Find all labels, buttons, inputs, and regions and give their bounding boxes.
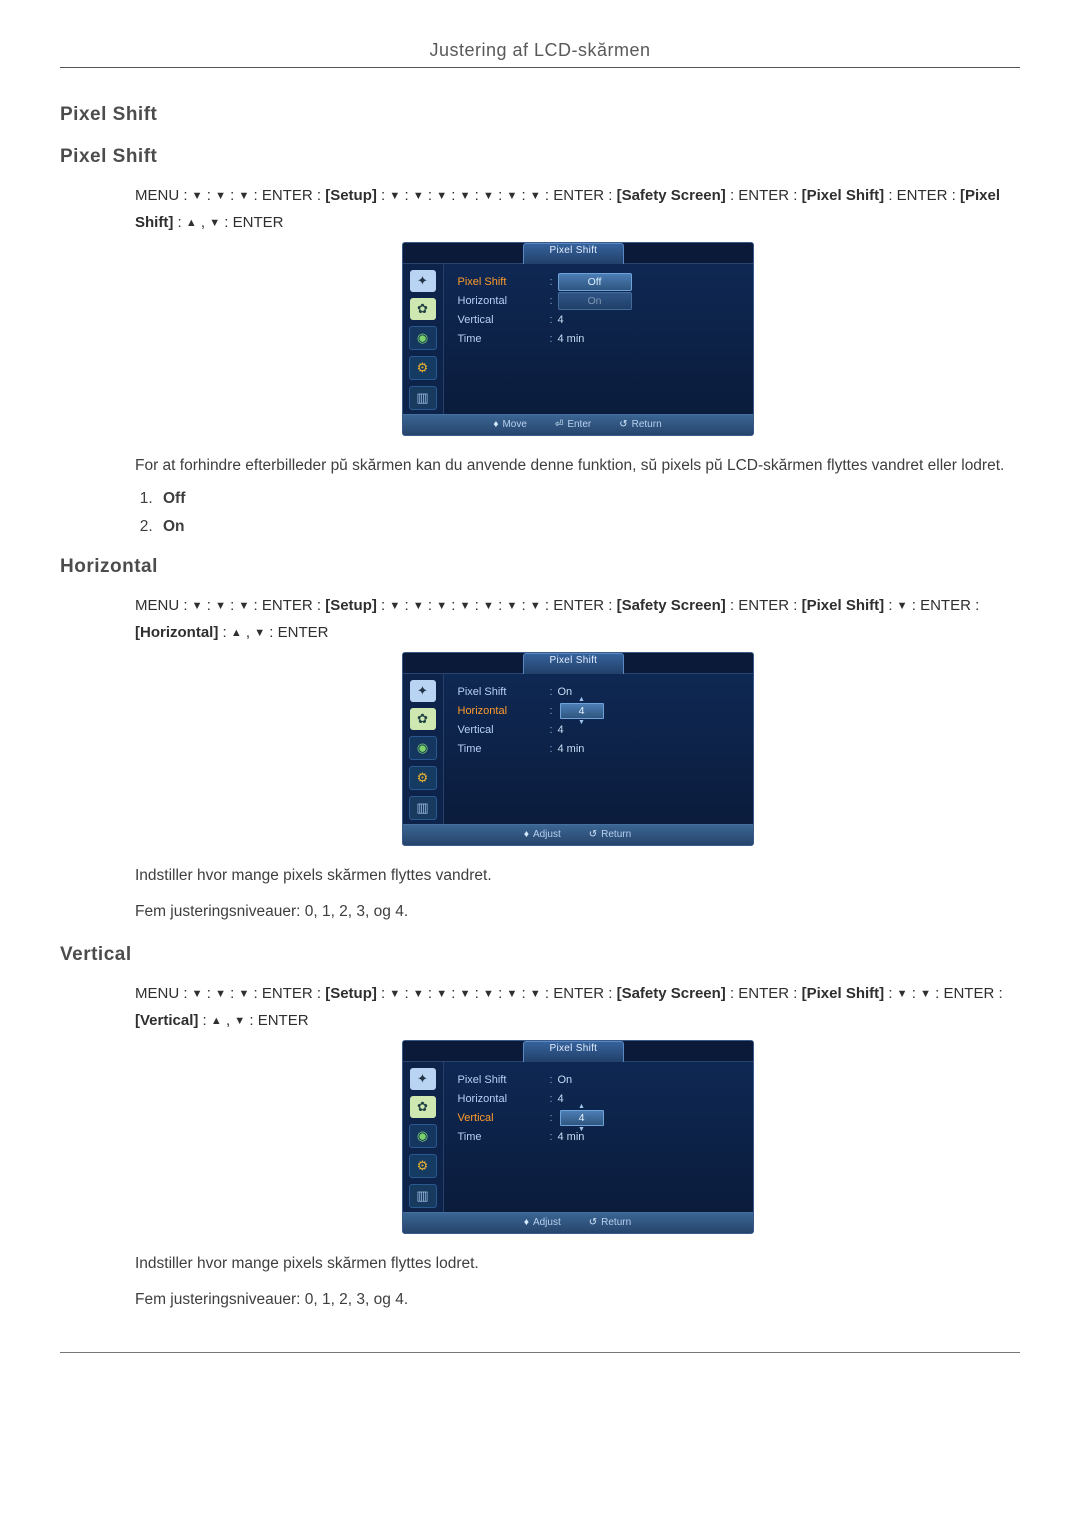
multi-icon: ▥	[409, 386, 437, 410]
pixel-shift-description: For at forhindre efterbilleder pŭ skărme…	[135, 454, 1020, 478]
osd-label: Pixel Shift	[458, 1074, 550, 1086]
osd-tab-label: Pixel Shift	[523, 243, 625, 264]
subsection-title-pixel-shift: Pixel Shift	[60, 146, 1020, 168]
osd-label: Vertical	[458, 724, 550, 736]
osd-value: 4	[558, 314, 564, 326]
osd-label: Time	[458, 333, 550, 345]
page-header: Justering af LCD-skărmen	[60, 40, 1020, 68]
osd-tab-label: Pixel Shift	[523, 1041, 625, 1062]
osd-value: On	[558, 292, 632, 310]
osd-spinner[interactable]: ▲ 4 ▼	[558, 1103, 606, 1133]
osd-sidebar-icons: ✦ ✿ ◉ ⚙ ▥	[403, 674, 444, 824]
option-off: Off	[157, 490, 1020, 508]
multi-icon: ▥	[409, 1184, 437, 1208]
osd-panel-vertical: Pixel Shift ✦ ✿ ◉ ⚙ ▥ Pixel Shift: On	[402, 1040, 754, 1234]
multi-icon: ▥	[409, 796, 437, 820]
sound-icon: ◉	[409, 736, 437, 760]
subsection-title-vertical: Vertical	[60, 944, 1020, 966]
sound-icon: ◉	[409, 1124, 437, 1148]
osd-footer-move: ♦Move	[493, 419, 527, 430]
osd-value: Off	[558, 273, 632, 291]
subsection-title-horizontal: Horizontal	[60, 556, 1020, 578]
input-icon: ✦	[410, 680, 436, 702]
setup-icon: ⚙	[409, 1154, 437, 1178]
picture-icon: ✿	[410, 298, 436, 320]
osd-spinner[interactable]: ▲ 4 ▼	[558, 696, 606, 726]
osd-value: 4	[560, 1110, 604, 1126]
osd-tab-label: Pixel Shift	[523, 653, 625, 674]
osd-label: Horizontal	[458, 1093, 550, 1105]
osd-footer-enter: ⏎Enter	[555, 419, 591, 430]
sound-icon: ◉	[409, 326, 437, 350]
osd-row-time[interactable]: Time : 4 min	[458, 329, 741, 348]
osd-row-vertical[interactable]: Vertical: ▲ 4 ▼	[458, 1108, 741, 1127]
nav-path-horizontal: MENU : : : : ENTER : [Setup] : : : : : :…	[135, 592, 1020, 646]
osd-value: 4 min	[558, 1131, 585, 1143]
osd-footer-adjust: ♦Adjust	[524, 1217, 561, 1228]
osd-footer-return: ↺Return	[589, 1217, 631, 1228]
osd-label: Time	[458, 743, 550, 755]
osd-footer-return: ↺Return	[619, 419, 661, 430]
osd-sidebar-icons: ✦ ✿ ◉ ⚙ ▥	[403, 264, 444, 414]
osd-row-pixel-shift[interactable]: Pixel Shift : Off	[458, 272, 741, 291]
setup-icon: ⚙	[409, 766, 437, 790]
osd-value: 4	[558, 724, 564, 736]
osd-label: Vertical	[458, 314, 550, 326]
pixel-shift-options: Off On	[135, 490, 1020, 536]
setup-icon: ⚙	[409, 356, 437, 380]
osd-row-pixel-shift[interactable]: Pixel Shift: On	[458, 1070, 741, 1089]
osd-label: Horizontal	[458, 705, 550, 717]
vertical-levels: Fem justeringsniveauer: 0, 1, 2, 3, og 4…	[135, 1288, 1020, 1312]
chevron-up-icon[interactable]: ▲	[578, 696, 585, 703]
osd-footer-adjust: ♦Adjust	[524, 829, 561, 840]
osd-value: 4 min	[558, 333, 585, 345]
input-icon: ✦	[410, 1068, 436, 1090]
osd-value: 4 min	[558, 743, 585, 755]
horizontal-description: Indstiller hvor mange pixels skărmen fly…	[135, 864, 1020, 888]
osd-label: Vertical	[458, 1112, 550, 1124]
osd-row-vertical[interactable]: Vertical : 4	[458, 310, 741, 329]
nav-path-pixel-shift: MENU : : : : ENTER : [Setup] : : : : : :…	[135, 182, 1020, 236]
osd-panel-pixel-shift: Pixel Shift ✦ ✿ ◉ ⚙ ▥ Pixel Shift : Off	[402, 242, 754, 436]
nav-path-vertical: MENU : : : : ENTER : [Setup] : : : : : :…	[135, 980, 1020, 1034]
osd-label: Pixel Shift	[458, 686, 550, 698]
picture-icon: ✿	[410, 708, 436, 730]
chevron-up-icon[interactable]: ▲	[578, 1103, 585, 1110]
osd-value: On	[558, 1074, 573, 1086]
osd-footer-return: ↺Return	[589, 829, 631, 840]
section-title-pixel-shift: Pixel Shift	[60, 104, 1020, 126]
osd-label: Horizontal	[458, 295, 550, 307]
input-icon: ✦	[410, 270, 436, 292]
osd-sidebar-icons: ✦ ✿ ◉ ⚙ ▥	[403, 1062, 444, 1212]
osd-row-time[interactable]: Time: 4 min	[458, 739, 741, 758]
horizontal-levels: Fem justeringsniveauer: 0, 1, 2, 3, og 4…	[135, 900, 1020, 924]
option-on: On	[157, 518, 1020, 536]
footer-rule	[60, 1352, 1020, 1353]
osd-label: Time	[458, 1131, 550, 1143]
osd-label: Pixel Shift	[458, 276, 550, 288]
vertical-description: Indstiller hvor mange pixels skărmen fly…	[135, 1252, 1020, 1276]
osd-row-horizontal[interactable]: Horizontal: ▲ 4 ▼	[458, 701, 741, 720]
osd-panel-horizontal: Pixel Shift ✦ ✿ ◉ ⚙ ▥ Pixel Shift: On	[402, 652, 754, 846]
chevron-down-icon[interactable]: ▼	[578, 719, 585, 726]
osd-row-horizontal[interactable]: Horizontal : On	[458, 291, 741, 310]
picture-icon: ✿	[410, 1096, 436, 1118]
osd-value: 4	[560, 703, 604, 719]
